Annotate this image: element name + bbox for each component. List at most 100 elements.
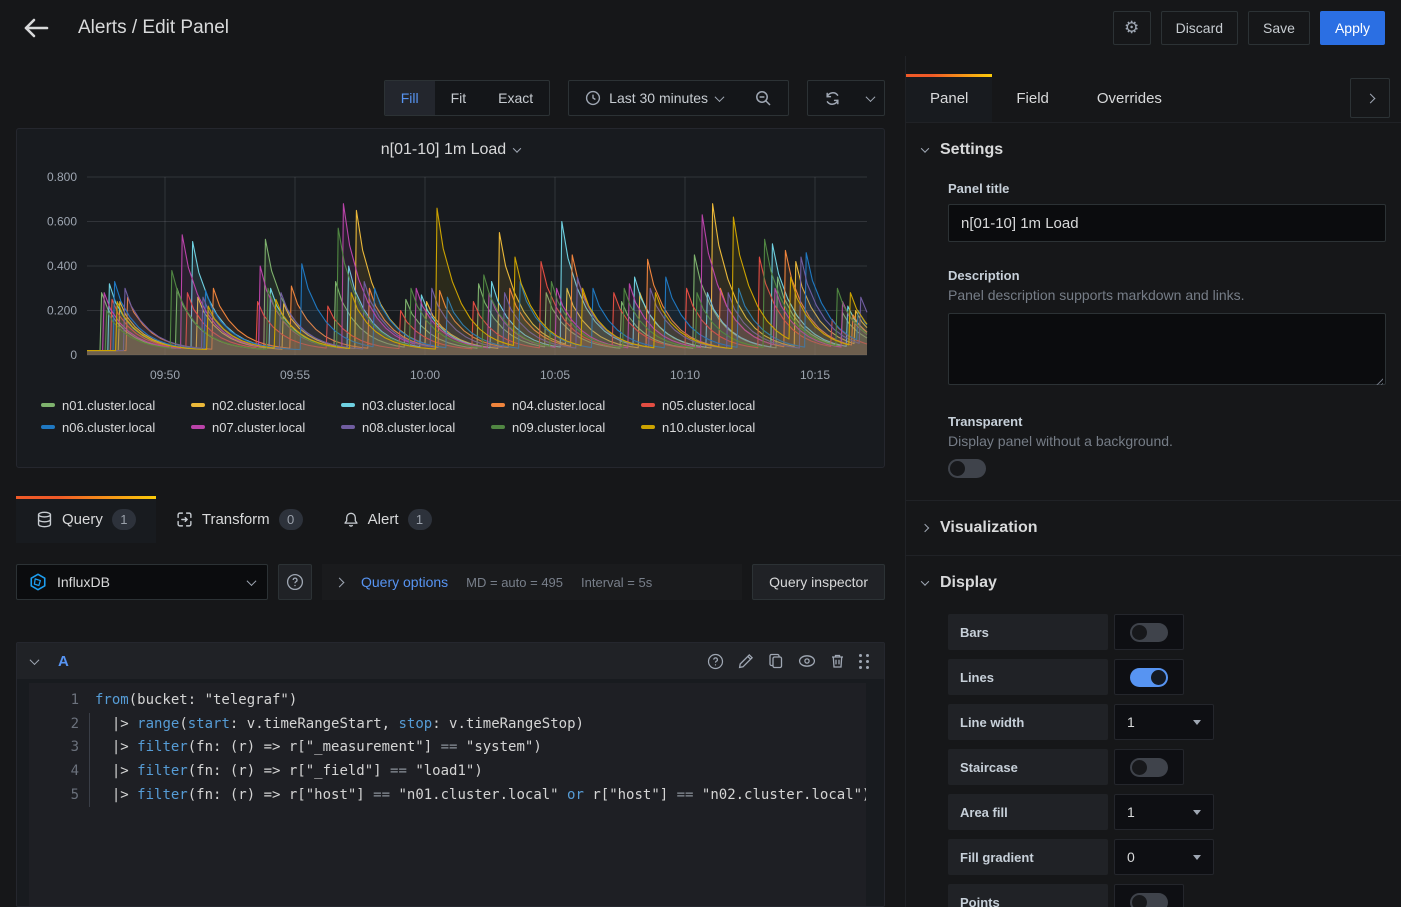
visualization-section-title: Visualization bbox=[940, 519, 1038, 537]
sidebar-scroll-area[interactable]: Settings Panel title Description Panel d… bbox=[906, 123, 1401, 907]
legend-item[interactable]: n03.cluster.local bbox=[341, 394, 491, 416]
copy-query-button[interactable] bbox=[768, 653, 784, 669]
sidebar-tab-overrides[interactable]: Overrides bbox=[1073, 74, 1186, 122]
bell-icon bbox=[343, 511, 359, 528]
legend-swatch bbox=[341, 403, 355, 407]
legend-series-name: n08.cluster.local bbox=[362, 420, 455, 435]
code-line: 1from(bucket: "telegraf") bbox=[29, 689, 866, 713]
code-line: 3 |> filter(fn: (r) => r["_measurement"]… bbox=[29, 736, 866, 760]
sidebar-tab-panel[interactable]: Panel bbox=[906, 74, 992, 122]
discard-button[interactable]: Discard bbox=[1161, 11, 1238, 45]
datasource-select[interactable]: InfluxDB bbox=[16, 564, 268, 600]
legend-item[interactable]: n07.cluster.local bbox=[191, 416, 341, 438]
transform-icon bbox=[176, 511, 193, 528]
eye-icon bbox=[798, 653, 816, 669]
query-editor-header: A bbox=[17, 643, 884, 679]
refresh-button[interactable] bbox=[808, 81, 857, 115]
tab-query[interactable]: Query1 bbox=[16, 496, 156, 543]
legend-item[interactable]: n06.cluster.local bbox=[41, 416, 191, 438]
header: Alerts / Edit Panel ⚙ Discard Save Apply bbox=[0, 0, 1401, 56]
legend-swatch bbox=[641, 425, 655, 429]
transparent-hint: Display panel without a background. bbox=[948, 433, 1386, 449]
sidebar-tab-field[interactable]: Field bbox=[992, 74, 1073, 122]
display-section-header[interactable]: Display bbox=[922, 574, 1386, 592]
datasource-help-button[interactable] bbox=[278, 564, 312, 600]
drag-handle[interactable] bbox=[859, 654, 870, 669]
apply-button[interactable]: Apply bbox=[1320, 11, 1385, 45]
refresh-icon bbox=[824, 90, 841, 107]
back-button[interactable] bbox=[16, 8, 56, 48]
legend-swatch bbox=[641, 403, 655, 407]
svg-text:0.200: 0.200 bbox=[47, 304, 77, 318]
legend-series-name: n05.cluster.local bbox=[662, 398, 755, 413]
display-option-row: Staircase bbox=[948, 749, 1386, 785]
collapse-query-chevron-icon[interactable] bbox=[30, 655, 40, 665]
tab-transform[interactable]: Transform0 bbox=[156, 496, 323, 543]
chevron-right-icon bbox=[335, 577, 345, 587]
panel-title-input[interactable] bbox=[948, 204, 1386, 242]
points-toggle[interactable] bbox=[1114, 884, 1184, 907]
legend-item[interactable]: n10.cluster.local bbox=[641, 416, 791, 438]
fit-mode-exact[interactable]: Exact bbox=[482, 81, 549, 115]
panel-title-text: n[01-10] 1m Load bbox=[381, 141, 506, 159]
legend-item[interactable]: n04.cluster.local bbox=[491, 394, 641, 416]
tab-alert[interactable]: Alert1 bbox=[323, 496, 452, 543]
settings-section-header[interactable]: Settings bbox=[922, 141, 1386, 159]
zoom-out-button[interactable] bbox=[739, 81, 788, 115]
line-number: 5 bbox=[29, 784, 79, 808]
sidebar-tab-bar: PanelFieldOverrides bbox=[906, 75, 1401, 123]
save-button[interactable]: Save bbox=[1248, 11, 1310, 45]
tab-label: Transform bbox=[202, 511, 270, 528]
query-tab-bar: Query1Transform0Alert1 bbox=[16, 496, 885, 543]
legend-item[interactable]: n02.cluster.local bbox=[191, 394, 341, 416]
display-option-row: Line width1 bbox=[948, 704, 1386, 740]
refresh-interval-dropdown[interactable] bbox=[857, 81, 884, 115]
line-width-select[interactable]: 1 bbox=[1114, 704, 1214, 740]
legend-item[interactable]: n01.cluster.local bbox=[41, 394, 191, 416]
query-help-button[interactable] bbox=[707, 653, 724, 670]
display-label-points: Points bbox=[948, 884, 1108, 907]
display-option-row: Bars bbox=[948, 614, 1386, 650]
code-line: 5 |> filter(fn: (r) => r["host"] == "n01… bbox=[29, 784, 866, 808]
query-options-toggle[interactable]: Query options MD = auto = 495 Interval =… bbox=[322, 564, 742, 600]
disable-query-button[interactable] bbox=[798, 653, 816, 669]
datasource-name: InfluxDB bbox=[57, 574, 238, 590]
query-options-md: MD = auto = 495 bbox=[466, 575, 563, 590]
legend-item[interactable]: n08.cluster.local bbox=[341, 416, 491, 438]
lines-toggle[interactable] bbox=[1114, 659, 1184, 695]
fit-mode-group: FillFitExact bbox=[384, 80, 550, 116]
description-textarea[interactable] bbox=[948, 313, 1386, 385]
fit-mode-fill[interactable]: Fill bbox=[385, 81, 435, 115]
transparent-toggle[interactable] bbox=[948, 459, 986, 478]
line-number: 4 bbox=[29, 760, 79, 784]
staircase-toggle[interactable] bbox=[1114, 749, 1184, 785]
time-range-picker[interactable]: Last 30 minutes bbox=[569, 81, 739, 115]
display-label-fill-gradient: Fill gradient bbox=[948, 839, 1108, 875]
bars-toggle[interactable] bbox=[1114, 614, 1184, 650]
collapse-sidebar-button[interactable] bbox=[1350, 78, 1390, 118]
chevron-down-icon bbox=[513, 144, 521, 152]
legend-item[interactable]: n05.cluster.local bbox=[641, 394, 791, 416]
time-series-chart[interactable]: 00.2000.4000.6000.80009:5009:5510:0010:0… bbox=[27, 165, 869, 387]
panel-title-menu[interactable]: n[01-10] 1m Load bbox=[27, 135, 874, 165]
visualization-section-header[interactable]: Visualization bbox=[922, 519, 1386, 537]
edit-query-button[interactable] bbox=[738, 653, 754, 669]
toggle-switch bbox=[1130, 893, 1168, 907]
fill-gradient-select[interactable]: 0 bbox=[1114, 839, 1214, 875]
area-fill-select[interactable]: 1 bbox=[1114, 794, 1214, 830]
fit-mode-fit[interactable]: Fit bbox=[435, 81, 483, 115]
time-range-label: Last 30 minutes bbox=[609, 90, 708, 106]
legend-swatch bbox=[191, 425, 205, 429]
flux-code-editor[interactable]: 1from(bucket: "telegraf")2 |> range(star… bbox=[29, 683, 866, 906]
panel-title-label: Panel title bbox=[948, 181, 1386, 196]
line-number: 3 bbox=[29, 736, 79, 760]
panel-settings-button[interactable]: ⚙ bbox=[1113, 11, 1151, 45]
time-controls: Last 30 minutes bbox=[568, 80, 789, 116]
delete-query-button[interactable] bbox=[830, 653, 845, 669]
legend-item[interactable]: n09.cluster.local bbox=[491, 416, 641, 438]
query-options-interval: Interval = 5s bbox=[581, 575, 652, 590]
chevron-right-icon bbox=[1365, 93, 1375, 103]
chevron-down-icon bbox=[921, 577, 929, 585]
query-inspector-button[interactable]: Query inspector bbox=[752, 564, 885, 600]
settings-section-title: Settings bbox=[940, 141, 1003, 159]
